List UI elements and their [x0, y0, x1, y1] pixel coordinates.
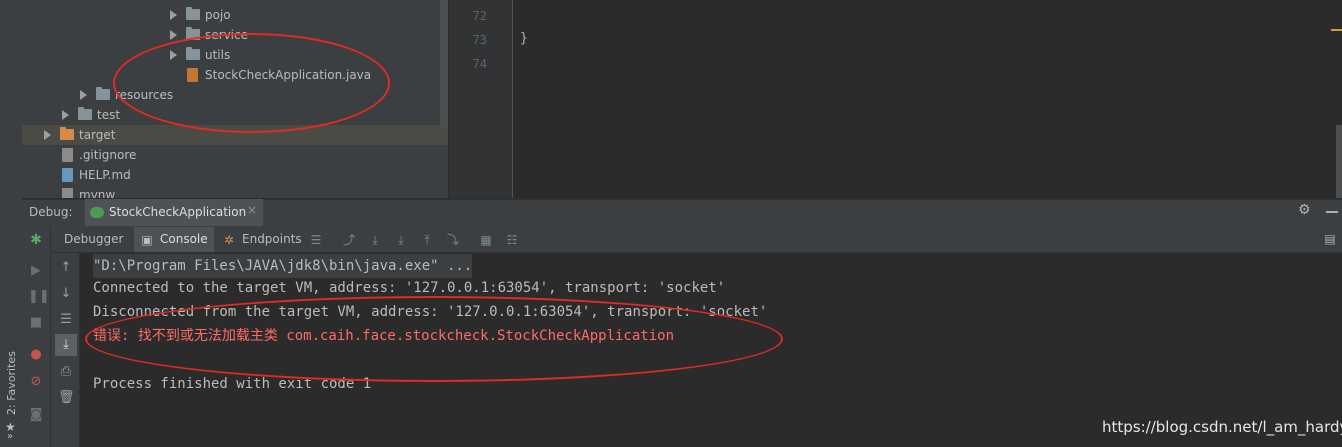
- close-icon[interactable]: ×: [247, 203, 257, 217]
- expand-arrow-icon[interactable]: [170, 30, 177, 40]
- debug-title: Debug:: [29, 205, 73, 219]
- excluded-folder-icon: [60, 127, 74, 140]
- line-number: 72: [472, 9, 487, 23]
- menu-icon[interactable]: ☰: [309, 233, 323, 247]
- layout-icon[interactable]: ▤: [1323, 232, 1337, 246]
- minimize-icon[interactable]: [1326, 211, 1338, 213]
- run-config-label: StockCheckApplication: [109, 205, 247, 219]
- tab-console[interactable]: Console: [160, 227, 208, 252]
- tree-item-help-md[interactable]: HELP.md: [22, 165, 448, 185]
- resume-icon[interactable]: ▶: [28, 263, 44, 279]
- tree-item-label: .gitignore: [79, 148, 137, 162]
- tree-item-label: HELP.md: [79, 168, 131, 182]
- stop-icon[interactable]: ■: [28, 315, 44, 331]
- tree-item-label: pojo: [205, 8, 231, 22]
- folder-icon: [78, 107, 92, 120]
- project-scrollbar[interactable]: [440, 0, 448, 128]
- file-icon: [62, 188, 73, 198]
- warning-marker[interactable]: [1331, 29, 1342, 31]
- code-line: }: [520, 31, 528, 46]
- code-editor[interactable]: [513, 0, 1342, 198]
- markdown-file-icon: [62, 168, 73, 182]
- tab-endpoints[interactable]: Endpoints: [242, 227, 302, 252]
- editor-scrollbar[interactable]: [1336, 125, 1342, 198]
- console-icon: ▣: [141, 233, 153, 247]
- up-arrow-icon[interactable]: ↑: [58, 260, 74, 276]
- annotation-ellipse-error: [85, 296, 783, 382]
- gear-icon[interactable]: ⚙: [1298, 202, 1311, 218]
- expand-arrow-icon[interactable]: [80, 90, 87, 100]
- annotation-ellipse-file: [113, 33, 390, 133]
- step-out-icon[interactable]: ⤒: [420, 233, 434, 247]
- console-line-command: "D:\Program Files\JAVA\jdk8\bin\java.exe…: [93, 254, 473, 278]
- expand-arrow-icon[interactable]: [44, 130, 51, 140]
- show-execution-point-icon[interactable]: ⤴: [342, 233, 356, 247]
- tree-item-pojo[interactable]: pojo: [22, 5, 448, 25]
- expand-arrow-icon[interactable]: [170, 10, 177, 20]
- more-chevron-icon[interactable]: »: [7, 431, 13, 442]
- bug-icon[interactable]: ✱: [28, 232, 44, 248]
- trash-icon[interactable]: 🗑: [58, 390, 75, 406]
- pause-icon[interactable]: ❚❚: [28, 289, 50, 305]
- view-breakpoints-icon[interactable]: ●: [28, 347, 44, 363]
- endpoints-icon: ✲: [223, 233, 235, 247]
- tree-item-label: test: [97, 108, 121, 122]
- soft-wrap-icon[interactable]: ☰: [58, 312, 74, 328]
- mute-breakpoints-icon[interactable]: ⊘: [28, 374, 44, 390]
- scroll-to-end-icon[interactable]: ⤓: [58, 337, 74, 353]
- favorites-label: 2: Favorites: [5, 351, 18, 415]
- tree-item-gitignore[interactable]: .gitignore: [22, 145, 448, 165]
- print-icon[interactable]: ⎙: [58, 364, 74, 380]
- step-into-icon[interactable]: ⤓: [394, 233, 408, 247]
- down-arrow-icon[interactable]: ↓: [58, 286, 74, 302]
- trace-icon[interactable]: ☷: [505, 233, 519, 247]
- resources-folder-icon: [96, 87, 110, 100]
- folder-icon: [186, 7, 200, 20]
- tree-item-label: target: [79, 128, 116, 142]
- run-to-cursor-icon[interactable]: ⤵: [446, 233, 460, 247]
- file-icon: [62, 148, 73, 162]
- camera-icon[interactable]: ◙: [28, 407, 44, 423]
- editor-gutter: 72 73 74: [449, 0, 513, 198]
- step-over-icon[interactable]: ⤓: [368, 233, 382, 247]
- expand-arrow-icon[interactable]: [62, 110, 69, 120]
- line-number: 74: [472, 57, 487, 71]
- tree-item-mvnw[interactable]: mvnw: [22, 185, 448, 198]
- watermark: https://blog.csdn.net/l_am_hardy: [1102, 418, 1342, 436]
- favorites-tool-window-button[interactable]: 2: Favorites: [2, 345, 20, 415]
- evaluate-icon[interactable]: ▦: [479, 233, 493, 247]
- line-number: 73: [472, 33, 487, 47]
- spring-boot-icon: [90, 207, 104, 218]
- tree-item-label: mvnw: [79, 188, 116, 198]
- tab-debugger[interactable]: Debugger: [64, 227, 123, 252]
